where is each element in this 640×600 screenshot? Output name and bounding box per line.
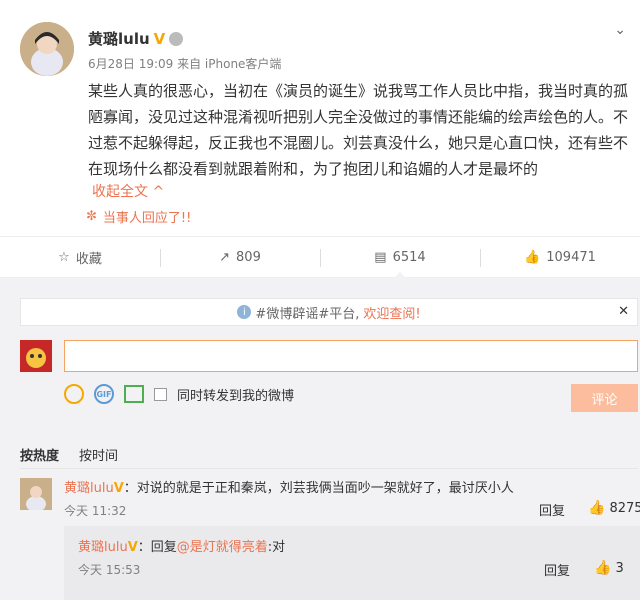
gif-icon[interactable]: GIF bbox=[94, 384, 114, 404]
reply-text-prefix: ：回复 bbox=[137, 540, 177, 555]
reply-reply-button[interactable]: 回复 bbox=[544, 560, 570, 579]
chevron-down-icon[interactable]: ⌄ bbox=[614, 22, 626, 38]
like-count: 109471 bbox=[546, 249, 596, 265]
repost-button[interactable]: ↗ 809 bbox=[160, 237, 320, 277]
reply-author[interactable]: 黄璐lulu bbox=[78, 540, 128, 555]
comment-line: 黄璐luluV：对说的就是于正和秦岚，刘芸我俩当面吵一架就好了，最讨厌小人 bbox=[64, 477, 514, 496]
reply-mention[interactable]: @是灯就得亮着 bbox=[177, 540, 268, 555]
comment-reply-button[interactable]: 回复 bbox=[539, 500, 565, 519]
comment-input[interactable] bbox=[64, 340, 638, 372]
divider bbox=[20, 468, 638, 469]
comment-tools: GIF 同时转发到我的微博 bbox=[64, 384, 294, 404]
comment-like-count: 8275 bbox=[609, 500, 640, 516]
favorite-label: 收藏 bbox=[75, 251, 102, 267]
tab-sort-time[interactable]: 按时间 bbox=[79, 445, 118, 464]
repost-check-label[interactable]: 同时转发到我的微博 bbox=[177, 385, 294, 404]
like-button[interactable]: 👍 109471 bbox=[480, 237, 640, 277]
emoji-icon[interactable] bbox=[64, 384, 84, 404]
verified-icon: V bbox=[127, 540, 138, 555]
tab-sort-hot[interactable]: 按热度 bbox=[20, 445, 59, 464]
author-name-text[interactable]: 黄璐lulu bbox=[88, 28, 150, 49]
notice-text[interactable]: 当事人回应了!! bbox=[103, 207, 191, 226]
submit-comment-button[interactable]: 评论 bbox=[571, 384, 638, 412]
collapse-button[interactable]: 收起全文 ^ bbox=[92, 181, 164, 201]
sparkle-icon: ✼ bbox=[86, 209, 97, 224]
rumor-info-bar: i #微博辟谣#平台, 欢迎查阅! ✕ bbox=[20, 298, 638, 326]
thumbs-up-icon: 👍 bbox=[594, 560, 612, 576]
info-text: #微博辟谣#平台, bbox=[255, 306, 360, 322]
thumbs-up-icon: 👍 bbox=[524, 249, 541, 265]
repost-checkbox[interactable] bbox=[154, 387, 167, 401]
thumbs-up-icon: 👍 bbox=[588, 500, 606, 516]
reply-text-suffix: :对 bbox=[267, 540, 286, 555]
comment-like-button[interactable]: 👍 8275 bbox=[588, 500, 640, 516]
verified-icon: V bbox=[113, 481, 124, 496]
post-meta: 6月28日 19:09 来自 iPhone客户端 bbox=[88, 57, 282, 71]
member-icon bbox=[169, 31, 184, 46]
post-text: 某些人真的很恶心，当初在《演员的诞生》说我骂工作人员比中指，我当时真的孤陋寡闻，… bbox=[88, 82, 629, 178]
author-avatar[interactable] bbox=[20, 22, 74, 76]
info-icon: i bbox=[237, 305, 252, 319]
comment-panel: i #微博辟谣#平台, 欢迎查阅! ✕ GIF 同时转发到我的微博 评论 按热度… bbox=[0, 278, 640, 600]
comment-text: ：对说的就是于正和秦岚，刘芸我俩当面吵一架就好了，最讨厌小人 bbox=[123, 481, 514, 496]
repost-icon: ↗ bbox=[219, 249, 231, 265]
reply-time: 今天 15:53 bbox=[78, 563, 141, 577]
chevron-up-icon: ^ bbox=[152, 184, 165, 200]
comment-button[interactable]: ▤ 6514 bbox=[320, 237, 480, 278]
favorite-button[interactable]: ☆ 收藏 bbox=[0, 237, 160, 277]
collapse-label[interactable]: 收起全文 bbox=[92, 184, 148, 200]
reply-like-count: 3 bbox=[615, 560, 624, 576]
close-icon[interactable]: ✕ bbox=[618, 304, 629, 319]
action-bar: ☆ 收藏 ↗ 809 ▤ 6514 👍 109471 bbox=[0, 236, 640, 278]
sort-tabs: 按热度 按时间 bbox=[20, 445, 118, 464]
info-link[interactable]: 欢迎查阅! bbox=[363, 303, 420, 322]
image-icon[interactable] bbox=[124, 385, 144, 403]
comment-icon: ▤ bbox=[374, 249, 387, 265]
comment-count: 6514 bbox=[392, 249, 426, 265]
author-name[interactable]: 黄璐lulu V bbox=[88, 28, 184, 49]
repost-count: 809 bbox=[236, 249, 261, 265]
reply-line: 黄璐luluV：回复@是灯就得亮着:对 bbox=[78, 536, 285, 555]
notice-link[interactable]: ✼ 当事人回应了!! bbox=[86, 207, 191, 226]
reply-like-button[interactable]: 👍 3 bbox=[594, 560, 624, 576]
my-avatar bbox=[20, 340, 52, 372]
comment-author[interactable]: 黄璐lulu bbox=[64, 481, 114, 496]
comment-time: 今天 11:32 bbox=[64, 504, 127, 518]
verified-icon: V bbox=[153, 29, 166, 48]
comment-avatar[interactable] bbox=[20, 478, 52, 512]
star-icon: ☆ bbox=[58, 249, 70, 265]
